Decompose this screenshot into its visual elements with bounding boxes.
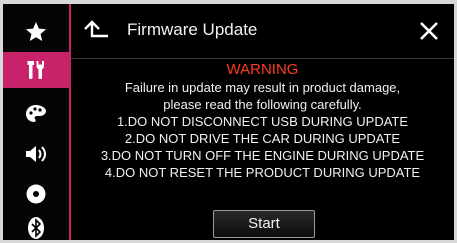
warning-line-4: 2.DO NOT DRIVE THE CAR DURING UPDATE: [124, 131, 401, 146]
head-unit-screen: Firmware Update WARNING Failure in updat…: [3, 4, 454, 240]
warning-title: WARNING: [226, 61, 299, 78]
tools-icon: [27, 61, 44, 79]
speaker-icon: [26, 146, 46, 162]
warning-line-2: please read the following carefully.: [163, 97, 362, 112]
sidebar-item-bluetooth[interactable]: [3, 210, 69, 240]
page-title: Firmware Update: [127, 20, 258, 39]
bluetooth-icon: [28, 217, 44, 239]
start-button[interactable]: Start: [213, 210, 315, 238]
close-button[interactable]: [416, 18, 442, 44]
warning-panel: WARNING Failure in update may result in …: [71, 59, 454, 209]
disc-icon: [26, 184, 46, 204]
sidebar: [3, 4, 71, 240]
warning-line-1: Failure in update may result in product …: [124, 80, 401, 95]
close-icon: [420, 22, 438, 40]
sidebar-item-favorites[interactable]: [3, 14, 69, 50]
sidebar-item-settings[interactable]: [3, 52, 69, 88]
warning-line-3: 1.DO NOT DISCONNECT USB DURING UPDATE: [116, 114, 409, 129]
sidebar-item-theme[interactable]: [3, 96, 69, 132]
warning-line-5: 3.DO NOT TURN OFF THE ENGINE DURING UPDA…: [100, 148, 425, 163]
palette-icon: [26, 105, 46, 122]
header-bar: Firmware Update: [71, 4, 454, 59]
sidebar-item-av-source[interactable]: [3, 176, 69, 212]
sidebar-item-audio[interactable]: [3, 136, 69, 172]
star-icon: [26, 22, 46, 41]
back-button[interactable]: [81, 18, 111, 44]
warning-line-6: 4.DO NOT RESET THE PRODUCT DURING UPDATE: [104, 165, 421, 180]
back-arrow-icon: [84, 20, 108, 38]
